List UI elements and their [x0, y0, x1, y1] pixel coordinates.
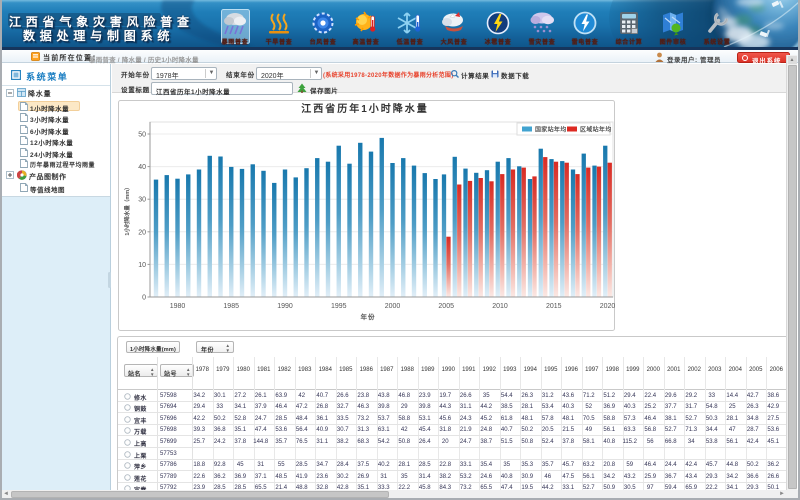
svg-text:国家站年均: 国家站年均 — [535, 126, 567, 134]
svg-text:1985: 1985 — [223, 303, 239, 310]
svg-text:30: 30 — [138, 197, 146, 204]
svg-text:40: 40 — [138, 164, 146, 171]
svg-text:10: 10 — [138, 262, 146, 269]
svg-text:50: 50 — [138, 132, 146, 139]
svg-text:1980: 1980 — [170, 303, 186, 310]
svg-text:2005: 2005 — [438, 303, 454, 310]
svg-text:2015: 2015 — [546, 303, 562, 310]
svg-text:1小时降水量（mm）: 1小时降水量（mm） — [123, 184, 131, 235]
svg-text:2020: 2020 — [600, 303, 615, 310]
svg-text:2010: 2010 — [492, 303, 508, 310]
svg-text:年份: 年份 — [361, 312, 376, 321]
svg-text:江西省历年1小时降水量: 江西省历年1小时降水量 — [301, 102, 429, 115]
svg-text:20: 20 — [138, 229, 146, 236]
svg-text:1995: 1995 — [331, 303, 347, 310]
svg-text:2000: 2000 — [385, 303, 401, 310]
svg-text:区域站年均: 区域站年均 — [580, 126, 612, 134]
svg-text:1990: 1990 — [277, 303, 293, 310]
svg-text:0: 0 — [142, 295, 146, 302]
